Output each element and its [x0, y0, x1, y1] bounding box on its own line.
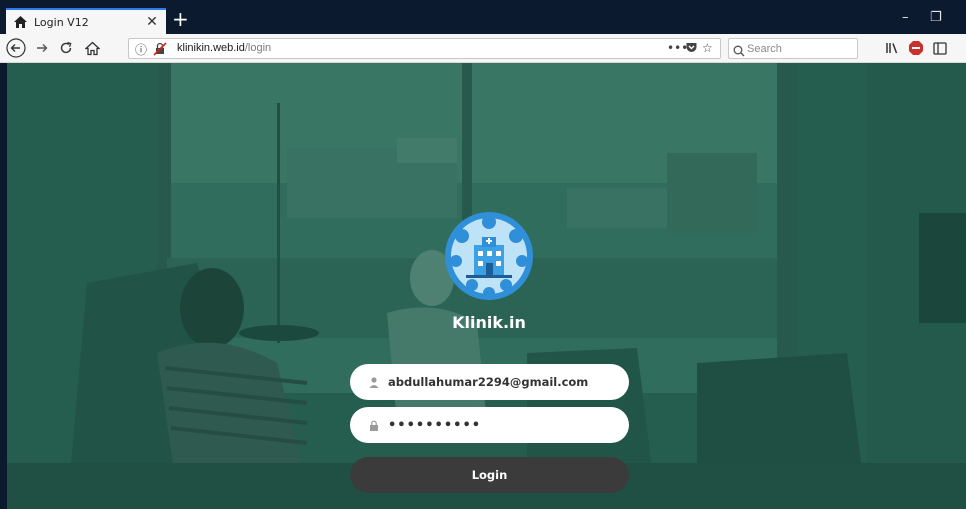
minimize-icon[interactable]: –	[902, 10, 909, 25]
restore-icon[interactable]: ❐	[930, 10, 942, 25]
email-field[interactable]	[350, 364, 629, 400]
sidebar-icon[interactable]	[930, 38, 950, 58]
search-input[interactable]	[747, 40, 852, 57]
address-bar[interactable]: ⓘ klinikin.web.id/login ••• ☆	[128, 38, 721, 59]
new-tab-button[interactable]: +	[172, 8, 189, 30]
info-icon[interactable]: ⓘ	[135, 41, 147, 58]
lock-icon	[368, 419, 380, 431]
forward-icon[interactable]	[32, 38, 52, 58]
login-button[interactable]: Login	[350, 457, 629, 493]
url-text: klinikin.web.id/login	[177, 42, 271, 54]
tab-strip: Login V12 ✕ + – ❐	[0, 0, 966, 34]
url-host: klinikin.web.id	[177, 42, 245, 54]
email-input[interactable]	[388, 375, 618, 389]
adblock-icon[interactable]	[906, 38, 926, 58]
library-icon[interactable]	[882, 38, 902, 58]
browser-tab[interactable]: Login V12 ✕	[6, 8, 166, 34]
user-icon	[368, 376, 380, 388]
home-favicon-icon	[12, 14, 28, 30]
page-viewport: Klinik.in Login	[7, 63, 966, 509]
search-bar[interactable]	[728, 38, 858, 59]
home-icon[interactable]	[82, 38, 102, 58]
password-input[interactable]	[388, 417, 618, 433]
password-field[interactable]	[350, 407, 629, 443]
brand-title: Klinik.in	[452, 313, 526, 332]
klinik-logo-icon	[445, 212, 533, 300]
bookmark-star-icon[interactable]: ☆	[702, 41, 713, 55]
url-path: /login	[244, 42, 272, 54]
pocket-icon[interactable]	[685, 41, 698, 57]
tab-title: Login V12	[34, 15, 89, 29]
tab-close-icon[interactable]: ✕	[144, 14, 160, 30]
back-icon[interactable]	[6, 38, 26, 58]
insecure-lock-icon[interactable]	[153, 41, 167, 60]
navigation-bar: ⓘ klinikin.web.id/login ••• ☆	[0, 34, 966, 63]
reload-icon[interactable]	[56, 38, 76, 58]
search-icon	[733, 42, 745, 61]
